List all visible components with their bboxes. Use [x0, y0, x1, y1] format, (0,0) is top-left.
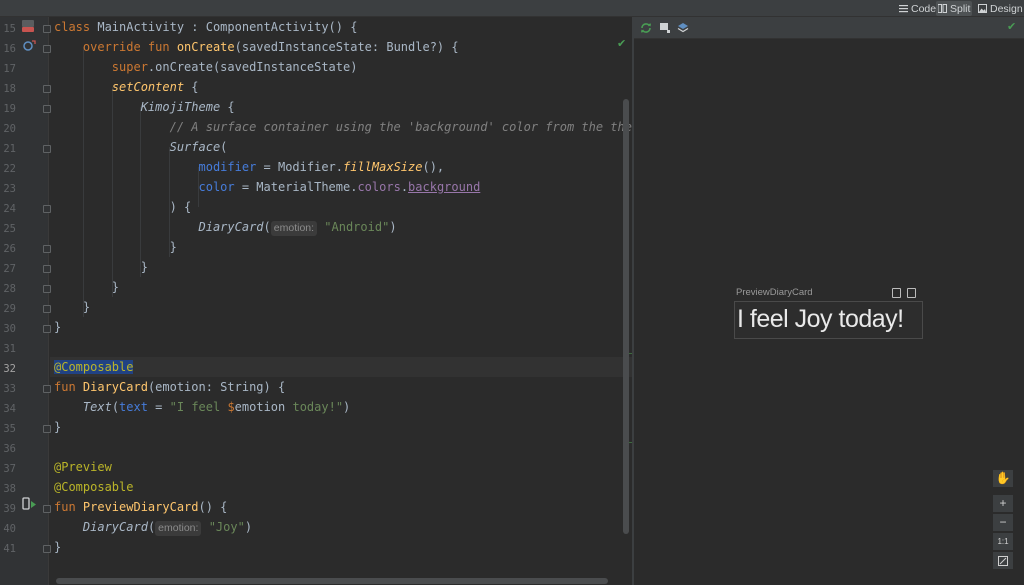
line-number: 38 [3, 483, 16, 495]
line-number: 18 [3, 83, 16, 95]
zoom-to-fit-icon[interactable] [992, 551, 1014, 570]
zoom-in-button[interactable]: + [992, 494, 1014, 513]
design-mode-label: Design [990, 2, 1023, 15]
line-number: 33 [3, 383, 16, 395]
line-number: 21 [3, 143, 16, 155]
line-number: 41 [3, 543, 16, 555]
line-number: 17 [3, 63, 16, 75]
layers-icon[interactable] [676, 21, 690, 35]
preview-options-icon[interactable] [658, 21, 672, 35]
parameter-hint: emotion: [155, 521, 202, 536]
pan-hand-icon[interactable]: ✋ [992, 469, 1014, 488]
code-line: override fun onCreate(savedInstanceState… [82, 40, 459, 54]
zoom-out-button[interactable]: − [992, 513, 1014, 532]
code-area[interactable]: class MainActivity : ComponentActivity()… [50, 17, 632, 585]
split-icon [938, 4, 947, 13]
line-number: 22 [3, 163, 16, 175]
preview-toolbar: ✔ [634, 17, 1024, 39]
split-mode-label: Split [950, 2, 971, 15]
code-line: @Preview [54, 460, 112, 474]
line-number: 15 [3, 23, 16, 35]
analysis-ok-check-icon[interactable]: ✔ [617, 37, 626, 50]
parameter-hint: emotion: [270, 221, 318, 236]
line-number: 19 [3, 103, 16, 115]
line-number: 24 [3, 203, 16, 215]
code-line: } [111, 280, 120, 294]
code-line: } [54, 540, 62, 554]
code-line: fun DiaryCard(emotion: String) { [54, 380, 286, 394]
code-line: fun PreviewDiaryCard() { [54, 500, 228, 514]
line-number: 34 [3, 403, 16, 415]
code-line: ) { [169, 200, 192, 214]
code-line: @Composable [54, 480, 134, 494]
line-number-gutter: 15 16 17 18 19 20 21 22 23 24 25 26 27 2… [0, 17, 51, 585]
android-activity-icon[interactable] [21, 19, 35, 33]
image-icon [978, 4, 987, 13]
override-method-icon[interactable] [22, 40, 36, 52]
line-number: 35 [3, 423, 16, 435]
code-line: DiaryCard(emotion: "Android") [198, 220, 397, 236]
line-number: 25 [3, 223, 16, 235]
line-number-current: 32 [3, 363, 16, 375]
line-number: 30 [3, 323, 16, 335]
code-line: Text(text = "I feel $emotion today!") [82, 400, 351, 414]
line-number: 31 [3, 343, 16, 355]
preview-name-label: PreviewDiaryCard [736, 287, 813, 298]
vertical-scrollbar[interactable] [623, 99, 629, 534]
line-number: 39 [3, 503, 16, 515]
line-number: 29 [3, 303, 16, 315]
deploy-preview-icon[interactable] [892, 288, 901, 298]
code-line: // A surface container using the 'backgr… [169, 120, 632, 134]
horizontal-scrollbar[interactable] [56, 578, 608, 584]
line-number: 26 [3, 243, 16, 255]
line-number: 28 [3, 283, 16, 295]
line-number: 23 [3, 183, 16, 195]
code-line: } [82, 300, 91, 314]
design-mode-button[interactable]: Design [976, 1, 1024, 16]
line-number: 40 [3, 523, 16, 535]
preview-render-frame[interactable]: I feel Joy today! [734, 301, 923, 339]
code-line: Surface( [169, 140, 228, 154]
code-line: KimojiTheme { [140, 100, 235, 114]
render-ok-check-icon[interactable]: ✔ [1007, 20, 1016, 33]
code-mode-button[interactable]: Code [897, 1, 938, 16]
zoom-actual-size-button[interactable]: 1:1 [992, 532, 1014, 551]
code-mode-label: Code [911, 2, 937, 15]
code-line: } [169, 240, 177, 254]
lines-icon [899, 5, 908, 13]
code-line: } [140, 260, 148, 274]
run-preview-icon[interactable] [21, 497, 37, 511]
code-line: setContent { [111, 80, 199, 94]
line-number: 27 [3, 263, 16, 275]
preview-rendered-text: I feel Joy today! [737, 305, 904, 333]
code-line: color = MaterialTheme.colors.background [198, 180, 481, 194]
interactive-mode-icon[interactable] [907, 288, 916, 298]
code-editor[interactable]: 15 16 17 18 19 20 21 22 23 24 25 26 27 2… [0, 17, 632, 585]
code-line: DiaryCard(emotion: "Joy") [82, 520, 253, 536]
split-mode-button[interactable]: Split [936, 1, 973, 16]
line-number: 20 [3, 123, 16, 135]
code-line: modifier = Modifier.fillMaxSize(), [198, 160, 445, 174]
code-line: } [54, 420, 62, 434]
line-number: 16 [3, 43, 16, 55]
design-preview-pane: ✔ PreviewDiaryCard I feel Joy today! ✋ +… [634, 17, 1024, 585]
code-line: super.onCreate(savedInstanceState) [111, 60, 358, 74]
line-number: 37 [3, 463, 16, 475]
code-line: class MainActivity : ComponentActivity()… [54, 20, 358, 34]
line-number: 36 [3, 443, 16, 455]
code-line: } [54, 320, 62, 334]
editor-mode-bar: Code Split Design [0, 0, 1024, 17]
refresh-icon[interactable] [639, 21, 653, 35]
code-line-current: @Composable [50, 357, 632, 377]
